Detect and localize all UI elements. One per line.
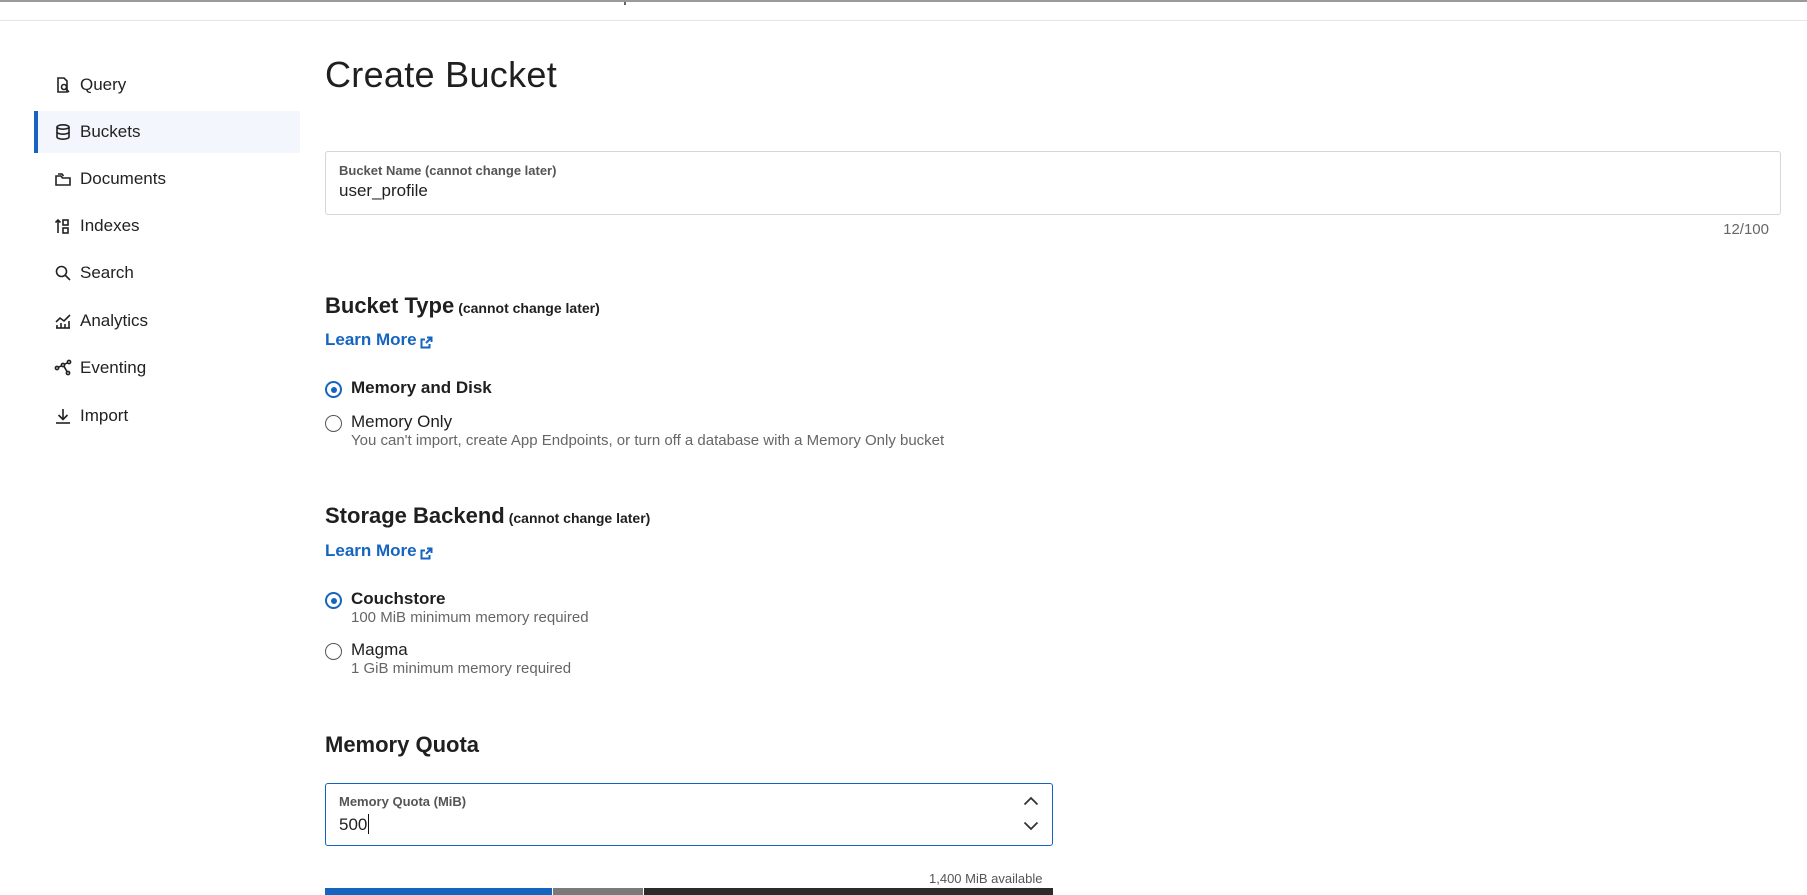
external-link-icon (420, 545, 433, 559)
decrement-button[interactable] (1022, 819, 1040, 833)
sidebar-item-label: Search (80, 263, 134, 282)
sidebar-item-label: Analytics (80, 311, 149, 330)
sidebar-item-label: Documents (80, 169, 166, 188)
database-icon (54, 123, 72, 141)
chevron-up-icon (1023, 796, 1039, 806)
sidebar-item-indexes[interactable]: Indexes (34, 205, 300, 247)
sidebar-item-documents[interactable]: Documents (34, 158, 300, 200)
documents-icon (54, 170, 72, 188)
storage-backend-learn-more-link[interactable]: Learn More (325, 541, 433, 561)
sidebar-item-query[interactable]: Query (34, 64, 300, 106)
sidebar-item-label: Query (80, 75, 127, 94)
chevron-down-icon (1023, 821, 1039, 831)
couchstore-radio[interactable] (325, 592, 342, 609)
couchstore-help: 100 MiB minimum memory required (351, 609, 589, 626)
memory-only-radio[interactable] (325, 415, 342, 432)
bucket-type-heading: Bucket Type (cannot change later) (325, 293, 600, 319)
bucket-name-label: Bucket Name (cannot change later) (339, 163, 557, 178)
sidebar-item-analytics[interactable]: Analytics (34, 300, 300, 342)
learn-more-label: Learn More (325, 330, 417, 349)
indexes-icon (54, 217, 72, 235)
memory-bar-remaining (644, 888, 1053, 895)
memory-only-label[interactable]: Memory Only (351, 412, 452, 432)
storage-backend-heading: Storage Backend (cannot change later) (325, 503, 650, 529)
page-title: Create Bucket (325, 54, 558, 95)
increment-button[interactable] (1022, 794, 1040, 808)
memory-quota-label: Memory Quota (MiB) (339, 794, 467, 809)
sidebar-item-search[interactable]: Search (34, 252, 300, 294)
magma-radio[interactable] (325, 643, 342, 660)
analytics-icon (54, 312, 72, 330)
import-icon (54, 407, 72, 425)
learn-more-label: Learn More (325, 541, 417, 560)
bucket-name-field[interactable]: Bucket Name (cannot change later) (325, 151, 1781, 215)
sidebar-item-buckets[interactable]: Buckets (34, 111, 300, 153)
query-icon (54, 76, 72, 94)
bucket-type-subtitle: (cannot change later) (458, 300, 600, 316)
browser-top-bar (0, 0, 1807, 21)
external-link-icon (420, 334, 433, 348)
memory-bar-other-buckets (553, 888, 643, 895)
eventing-icon (54, 359, 72, 377)
sidebar-item-label: Indexes (80, 216, 140, 235)
storage-backend-subtitle: (cannot change later) (508, 510, 651, 526)
couchstore-label[interactable]: Couchstore (351, 589, 445, 609)
storage-backend-title: Storage Backend (325, 503, 505, 528)
memory-quota-field[interactable]: Memory Quota (MiB) 500 (325, 783, 1053, 846)
memory-bar-this-bucket (325, 888, 552, 895)
memory-and-disk-radio[interactable] (325, 381, 342, 398)
bucket-name-input[interactable] (339, 181, 939, 201)
memory-available-text: 1,400 MiB available (929, 871, 1043, 886)
search-icon (54, 264, 72, 282)
memory-quota-input[interactable]: 500 (339, 814, 370, 835)
sidebar-item-eventing[interactable]: Eventing (34, 347, 300, 389)
sidebar-item-import[interactable]: Import (34, 395, 300, 437)
top-bar-marker (624, 2, 626, 5)
sidebar-item-label: Eventing (80, 358, 147, 377)
sidebar-item-label: Buckets (80, 122, 141, 141)
magma-help: 1 GiB minimum memory required (351, 660, 572, 677)
bucket-type-title: Bucket Type (325, 293, 455, 318)
sidebar-item-label: Import (80, 406, 129, 425)
memory-quota-heading: Memory Quota (325, 732, 480, 757)
magma-label[interactable]: Magma (351, 640, 408, 660)
bucket-type-learn-more-link[interactable]: Learn More (325, 330, 433, 350)
bucket-name-counter: 12/100 (1723, 221, 1769, 238)
memory-and-disk-label[interactable]: Memory and Disk (351, 378, 492, 398)
memory-only-help: You can't import, create App Endpoints, … (351, 432, 945, 449)
